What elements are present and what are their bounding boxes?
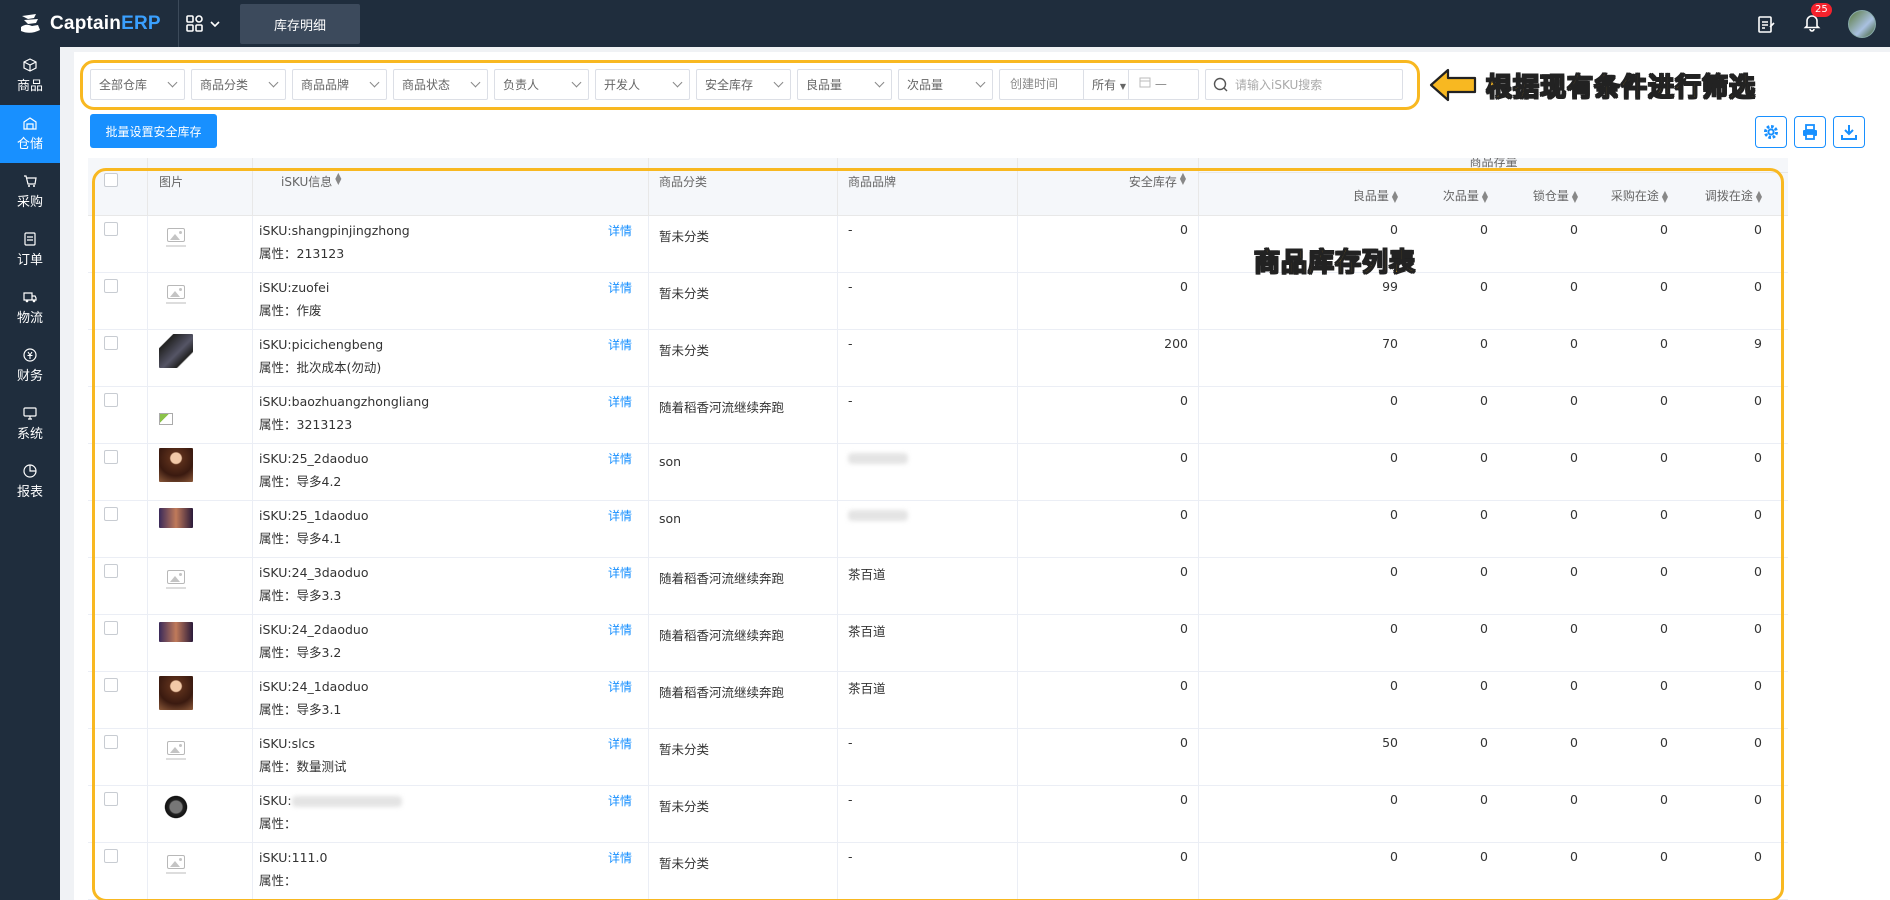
sidebar-item-6[interactable]: 系统 [0, 395, 60, 453]
table-toolbar [1755, 116, 1865, 148]
system-icon [23, 407, 37, 420]
money-icon [23, 348, 37, 362]
sidebar-item-label: 采购 [16, 195, 43, 210]
export-button[interactable] [1833, 116, 1865, 148]
chart-icon [23, 464, 37, 478]
sidebar-item-label: 商品 [16, 79, 43, 94]
sidebar-item-2[interactable]: 采购 [0, 163, 60, 221]
cart-icon [24, 175, 37, 187]
sidebar-item-0[interactable]: 商品 [0, 47, 60, 105]
sidebar-item-5[interactable]: 财务 [0, 337, 60, 395]
list-highlight-box [92, 168, 1784, 900]
tab-inventory-detail[interactable]: 库存明细 [240, 4, 360, 44]
sidebar-item-4[interactable]: 物流 [0, 279, 60, 337]
top-bar: CaptainERP 库存明细 25 [0, 0, 1890, 47]
order-icon [24, 232, 36, 246]
print-button[interactable] [1794, 116, 1826, 148]
apps-grid-icon [186, 14, 203, 32]
warehouse-icon [23, 117, 37, 130]
batch-set-safety-stock-button[interactable]: 批量设置安全库存 [90, 114, 217, 148]
cube-icon [23, 58, 37, 72]
download-icon [1841, 125, 1857, 140]
notification-bell[interactable]: 25 [1802, 2, 1832, 36]
sidebar-item-1[interactable]: 仓储 [0, 105, 60, 163]
printer-icon [1803, 124, 1817, 140]
notification-badge: 25 [1811, 2, 1832, 17]
arrow-left-icon [1429, 68, 1477, 102]
settings-button[interactable] [1755, 116, 1787, 148]
sidebar-item-label: 系统 [16, 427, 43, 442]
truck-icon [23, 292, 37, 303]
filter-highlight-box [80, 60, 1420, 110]
filter-annotation: 根据现有条件进行筛选 [1428, 66, 1756, 104]
main-content: 全部仓库 商品分类 商品品牌 商品状态 负责人 开发人 安全库存 良品量 次品量 创建时间 所有 ▼… [74, 52, 1890, 900]
app-switcher[interactable] [178, 0, 221, 47]
list-annotation: 商品库存列表 [1253, 248, 1417, 279]
captain-logo-icon [21, 13, 40, 33]
logo[interactable]: CaptainERP [0, 0, 178, 47]
sidebar-item-label: 物流 [16, 311, 43, 326]
notes-icon[interactable] [1756, 14, 1776, 34]
sidebar-item-3[interactable]: 订单 [0, 221, 60, 279]
user-avatar[interactable] [1848, 9, 1876, 38]
sidebar-item-label: 仓储 [16, 137, 43, 152]
brand-name: CaptainERP [50, 12, 161, 34]
sidebar-item-7[interactable]: 报表 [0, 453, 60, 511]
sidebar-item-label: 财务 [16, 369, 43, 384]
chevron-down-icon [210, 20, 220, 27]
sidebar-item-label: 报表 [16, 485, 43, 500]
gear-icon [1764, 125, 1778, 139]
sidebar-item-label: 订单 [16, 253, 43, 268]
sidebar: 商品仓储采购订单物流财务系统报表 [0, 47, 60, 900]
